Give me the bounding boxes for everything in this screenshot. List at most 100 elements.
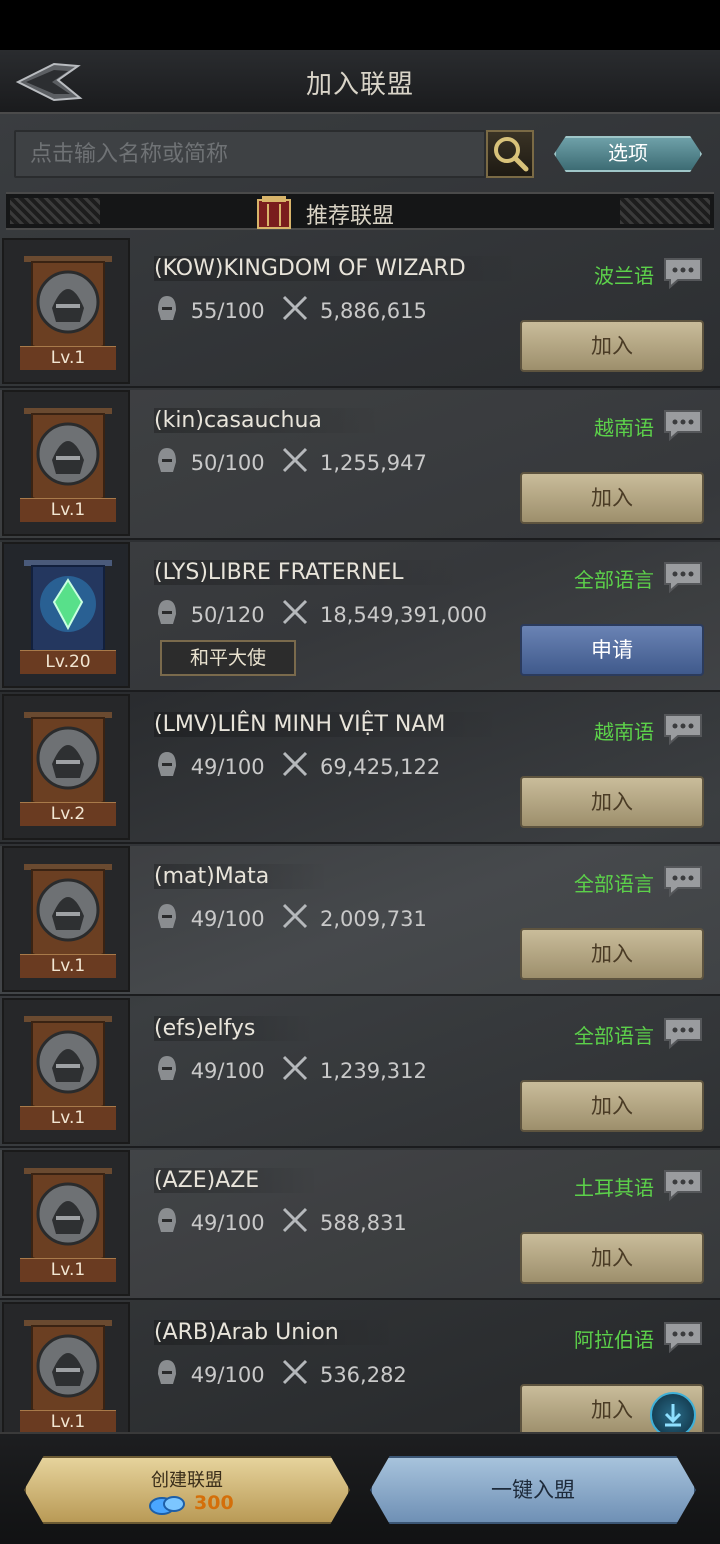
member-count: 50/100 bbox=[190, 450, 265, 475]
alliance-stats: 49/100 588,831 bbox=[156, 1206, 407, 1240]
row-divider bbox=[0, 1146, 720, 1148]
join-button[interactable]: 加入 bbox=[520, 928, 704, 980]
apply-button[interactable]: 申请 bbox=[520, 624, 704, 676]
alliance-stats: 49/100 2,009,731 bbox=[156, 902, 427, 936]
alliance-level: Lv.2 bbox=[20, 802, 116, 826]
banner-helmet-icon bbox=[24, 1168, 112, 1272]
helmet-icon bbox=[158, 1056, 176, 1080]
alliance-row[interactable]: Lv.1 (kin)casauchua 50/100 1,255,947 越南语… bbox=[0, 390, 720, 540]
alliance-power: 1,239,312 bbox=[319, 1058, 427, 1083]
alliance-level: Lv.1 bbox=[20, 1106, 116, 1130]
section-ornament-right bbox=[620, 198, 710, 224]
alliance-level: Lv.20 bbox=[20, 650, 116, 674]
member-count: 50/120 bbox=[190, 602, 265, 627]
member-count: 49/100 bbox=[190, 1058, 265, 1083]
join-button[interactable]: 加入 bbox=[520, 320, 704, 372]
page-title: 加入联盟 bbox=[305, 70, 414, 100]
status-bar bbox=[0, 0, 720, 50]
alliance-stats: 49/100 69,425,122 bbox=[156, 750, 440, 784]
crossed-swords-icon bbox=[283, 447, 308, 473]
alliance-power: 18,549,391,000 bbox=[319, 602, 487, 627]
alliance-power: 1,255,947 bbox=[319, 450, 427, 475]
banner-helmet-icon bbox=[24, 408, 112, 512]
row-divider bbox=[0, 690, 720, 692]
alliance-emblem: Lv.2 bbox=[2, 694, 130, 840]
alliance-emblem: Lv.1 bbox=[2, 238, 130, 384]
alliance-language: 越南语 bbox=[594, 720, 654, 744]
alliance-power: 2,009,731 bbox=[319, 906, 427, 931]
alliance-language: 土耳其语 bbox=[574, 1176, 654, 1200]
member-count: 49/100 bbox=[190, 1210, 265, 1235]
chat-bubble-icon[interactable] bbox=[662, 1168, 704, 1202]
banner-helmet-icon bbox=[24, 256, 112, 360]
alliance-emblem: Lv.1 bbox=[2, 1302, 130, 1432]
crossed-swords-icon bbox=[283, 903, 308, 929]
alliance-row[interactable]: Lv.1 (KOW)KINGDOM OF WIZARD 55/100 5,886… bbox=[0, 238, 720, 388]
alliance-row[interactable]: Lv.1 (AZE)AZE 49/100 588,831 土耳其语 加入 bbox=[0, 1150, 720, 1300]
member-count: 49/100 bbox=[190, 754, 265, 779]
alliance-name: (ARB)Arab Union bbox=[154, 1320, 399, 1345]
banner-helmet-icon bbox=[24, 712, 112, 816]
alliance-tag: 和平大使 bbox=[160, 640, 296, 676]
chat-bubble-icon[interactable] bbox=[662, 864, 704, 898]
member-count: 49/100 bbox=[190, 906, 265, 931]
section-header: 推荐联盟 bbox=[6, 192, 714, 230]
chat-bubble-icon[interactable] bbox=[662, 408, 704, 442]
chat-bubble-icon[interactable] bbox=[662, 712, 704, 746]
top-bar: 加入联盟 bbox=[0, 50, 720, 114]
search-input[interactable] bbox=[16, 132, 484, 176]
crossed-swords-icon bbox=[283, 1207, 308, 1233]
alliance-power: 588,831 bbox=[319, 1210, 407, 1235]
crossed-swords-icon bbox=[283, 751, 308, 777]
alliance-power: 5,886,615 bbox=[319, 298, 427, 323]
banner-helmet-icon bbox=[24, 1320, 112, 1424]
create-alliance-button[interactable]: 创建联盟 300 bbox=[24, 1456, 350, 1524]
row-divider bbox=[0, 386, 720, 388]
alliance-language: 全部语言 bbox=[574, 568, 654, 592]
alliance-level: Lv.1 bbox=[20, 1258, 116, 1282]
alliance-level: Lv.1 bbox=[20, 498, 116, 522]
alliance-row[interactable]: Lv.1 (efs)elfys 49/100 1,239,312 全部语言 加入 bbox=[0, 998, 720, 1148]
alliance-name: (LMV)LIÊN MINH VIỆT NAM bbox=[154, 712, 506, 737]
crossed-swords-icon bbox=[283, 1055, 308, 1081]
alliance-name: (AZE)AZE bbox=[154, 1168, 320, 1193]
banner-helmet-icon bbox=[24, 864, 112, 968]
alliance-emblem: Lv.1 bbox=[2, 1150, 130, 1296]
search-field[interactable] bbox=[14, 130, 486, 178]
alliance-stats: 49/100 1,239,312 bbox=[156, 1054, 427, 1088]
one-key-join-button[interactable]: 一键入盟 bbox=[370, 1456, 696, 1524]
alliance-row[interactable]: Lv.2 (LMV)LIÊN MINH VIỆT NAM 49/100 69,4… bbox=[0, 694, 720, 844]
alliance-stats: 55/100 5,886,615 bbox=[156, 294, 427, 328]
helmet-icon bbox=[158, 1360, 176, 1384]
search-button[interactable] bbox=[486, 130, 534, 178]
crossed-swords-icon bbox=[283, 1359, 308, 1385]
chat-bubble-icon[interactable] bbox=[662, 256, 704, 290]
helmet-icon bbox=[158, 904, 176, 928]
helmet-icon bbox=[158, 296, 176, 320]
alliance-row[interactable]: Lv.1 (mat)Mata 49/100 2,009,731 全部语言 加入 bbox=[0, 846, 720, 996]
chat-bubble-icon[interactable] bbox=[662, 1016, 704, 1050]
download-icon bbox=[664, 1404, 682, 1427]
chat-bubble-icon[interactable] bbox=[662, 560, 704, 594]
alliance-panel: 选项 推荐联盟 Lv.1 (KOW)KINGDOM bbox=[0, 114, 720, 1432]
create-alliance-label: 创建联盟 bbox=[151, 1470, 223, 1491]
helmet-icon bbox=[158, 600, 176, 624]
alliance-banner-icon bbox=[257, 196, 291, 229]
gem-icon bbox=[149, 1496, 185, 1515]
alliance-row[interactable]: Lv.1 (ARB)Arab Union 49/100 536,282 阿拉伯语… bbox=[0, 1302, 720, 1432]
chat-bubble-icon[interactable] bbox=[662, 1320, 704, 1354]
helmet-icon bbox=[158, 448, 176, 472]
join-button[interactable]: 加入 bbox=[520, 776, 704, 828]
join-button[interactable]: 加入 bbox=[520, 1080, 704, 1132]
alliance-language: 波兰语 bbox=[594, 264, 654, 288]
alliance-row[interactable]: Lv.20 (LYS)LIBRE FRATERNEL 50/120 18,549… bbox=[0, 542, 720, 692]
alliance-level: Lv.1 bbox=[20, 1410, 116, 1432]
alliance-stats: 50/100 1,255,947 bbox=[156, 446, 427, 480]
join-button[interactable]: 加入 bbox=[520, 1232, 704, 1284]
alliance-name: (kin)casauchua bbox=[154, 408, 382, 433]
join-button[interactable]: 加入 bbox=[520, 472, 704, 524]
options-button[interactable]: 选项 bbox=[554, 136, 702, 172]
row-divider bbox=[0, 538, 720, 540]
crystal-banner-icon bbox=[24, 560, 112, 664]
alliance-level: Lv.1 bbox=[20, 954, 116, 978]
